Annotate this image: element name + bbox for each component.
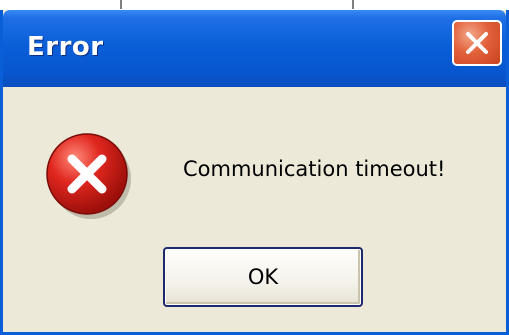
ok-button-label: OK <box>247 265 279 289</box>
background-window <box>0 0 509 10</box>
dialog-title: Error <box>27 32 104 62</box>
background-divider <box>120 0 122 9</box>
error-message: Communication timeout! <box>183 157 446 181</box>
error-icon <box>46 133 131 219</box>
dialog-content: Communication timeout! OK <box>3 87 506 332</box>
close-icon <box>466 32 488 54</box>
close-button[interactable] <box>452 20 502 66</box>
ok-button[interactable]: OK <box>163 247 363 307</box>
background-divider <box>352 0 354 9</box>
error-dialog: Error Communication timeout! OK <box>0 10 509 335</box>
title-bar[interactable]: Error <box>3 10 506 87</box>
